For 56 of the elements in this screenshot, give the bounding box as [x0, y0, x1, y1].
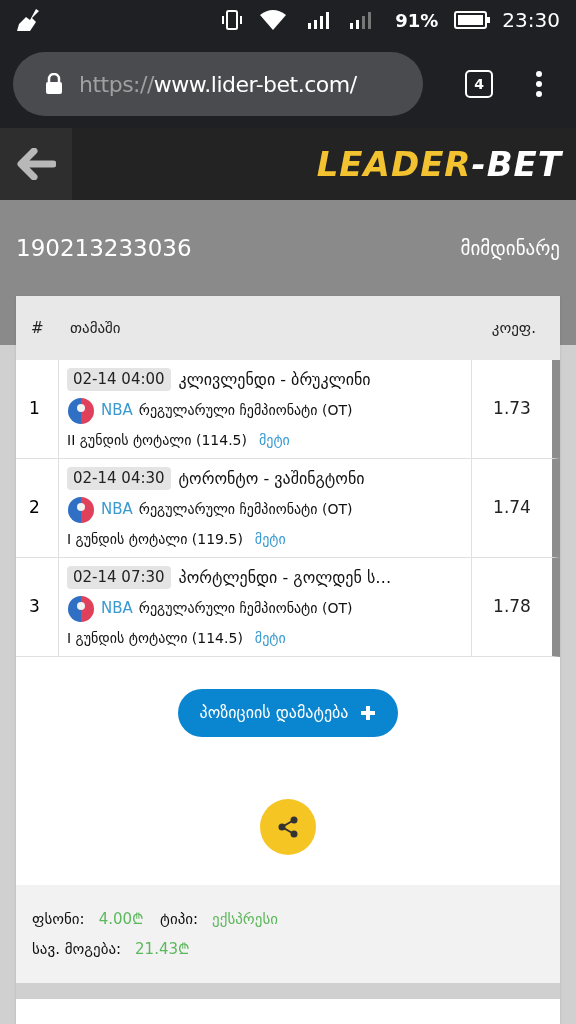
- row-number: 3: [16, 558, 59, 656]
- tournament-name: რეგულარული ჩემპიონატი (OT): [138, 500, 353, 519]
- wifi-icon: [259, 9, 288, 31]
- share-icon: [276, 815, 300, 839]
- market-name: I გუნდის ტოტალი (119.5): [67, 529, 243, 549]
- ticket-status: მიმდინარე: [460, 235, 560, 262]
- column-header: #: [30, 317, 45, 339]
- league-logo-icon: [67, 495, 95, 524]
- tournament-name: რეგულარული ჩემპიონატი (OT): [138, 401, 353, 420]
- clock: 23:30: [502, 7, 560, 34]
- url-field[interactable]: https://www.lider-bet.com/: [13, 52, 423, 116]
- column-header: კოეფ.: [490, 317, 537, 339]
- vibrate-icon: [221, 9, 244, 31]
- match-teams: პორტლენდი - გოლდენ ს…: [178, 566, 392, 589]
- row-number: 2: [16, 459, 59, 557]
- potential-win-value: 21.43₾: [135, 939, 191, 960]
- potential-win-label: სავ. მოგება:: [32, 939, 122, 960]
- match-teams: ტორონტო - ვაშინგტონი: [178, 467, 365, 490]
- share-button[interactable]: [260, 799, 316, 855]
- pick-label: მეტი: [259, 430, 290, 450]
- match-time: 02-14 04:00: [67, 368, 171, 391]
- league-link[interactable]: NBA: [101, 597, 133, 620]
- match-teams: კლივლენდი - ბრუკლინი: [178, 368, 371, 391]
- market-name: I გუნდის ტოტალი (114.5): [67, 628, 243, 648]
- type-value: ექსპრესი: [212, 908, 278, 930]
- battery-percent: 91%: [395, 8, 439, 33]
- column-header: თამაში: [69, 317, 122, 339]
- plus-icon: [360, 705, 377, 721]
- stake-label: ფსონი:: [32, 908, 85, 930]
- ticket-id: 190213233036: [16, 233, 192, 263]
- match-time: 02-14 04:30: [67, 467, 171, 490]
- market-name: II გუნდის ტოტალი (114.5): [67, 430, 247, 450]
- league-link[interactable]: NBA: [101, 498, 133, 521]
- type-label: ტიპი:: [160, 908, 199, 930]
- row-number: 1: [16, 360, 59, 458]
- league-logo-icon: [67, 594, 95, 623]
- tab-count-button[interactable]: 4: [465, 70, 493, 98]
- signal-icon: [349, 10, 372, 30]
- match-time: 02-14 07:30: [67, 566, 171, 589]
- league-logo-icon: [67, 396, 95, 425]
- add-position-button[interactable]: პოზიციის დამატება: [177, 689, 399, 737]
- stake-value: 4.00₾: [98, 908, 145, 930]
- pick-label: მეტი: [254, 628, 286, 648]
- league-link[interactable]: NBA: [101, 399, 133, 422]
- signal-icon: [307, 10, 330, 30]
- more-menu-icon[interactable]: [535, 70, 543, 98]
- lock-icon: [45, 73, 63, 95]
- back-button[interactable]: [0, 128, 72, 200]
- pick-label: მეტი: [254, 529, 286, 549]
- odds-value: 1.73: [492, 397, 532, 421]
- odds-value: 1.74: [492, 496, 532, 520]
- logo: LEADER-BET: [316, 142, 562, 186]
- tournament-name: რეგულარული ჩემპიონატი (OT): [138, 599, 353, 618]
- odds-value: 1.78: [492, 595, 532, 619]
- battery-icon: [454, 11, 491, 29]
- back-arrow-icon: [16, 148, 56, 180]
